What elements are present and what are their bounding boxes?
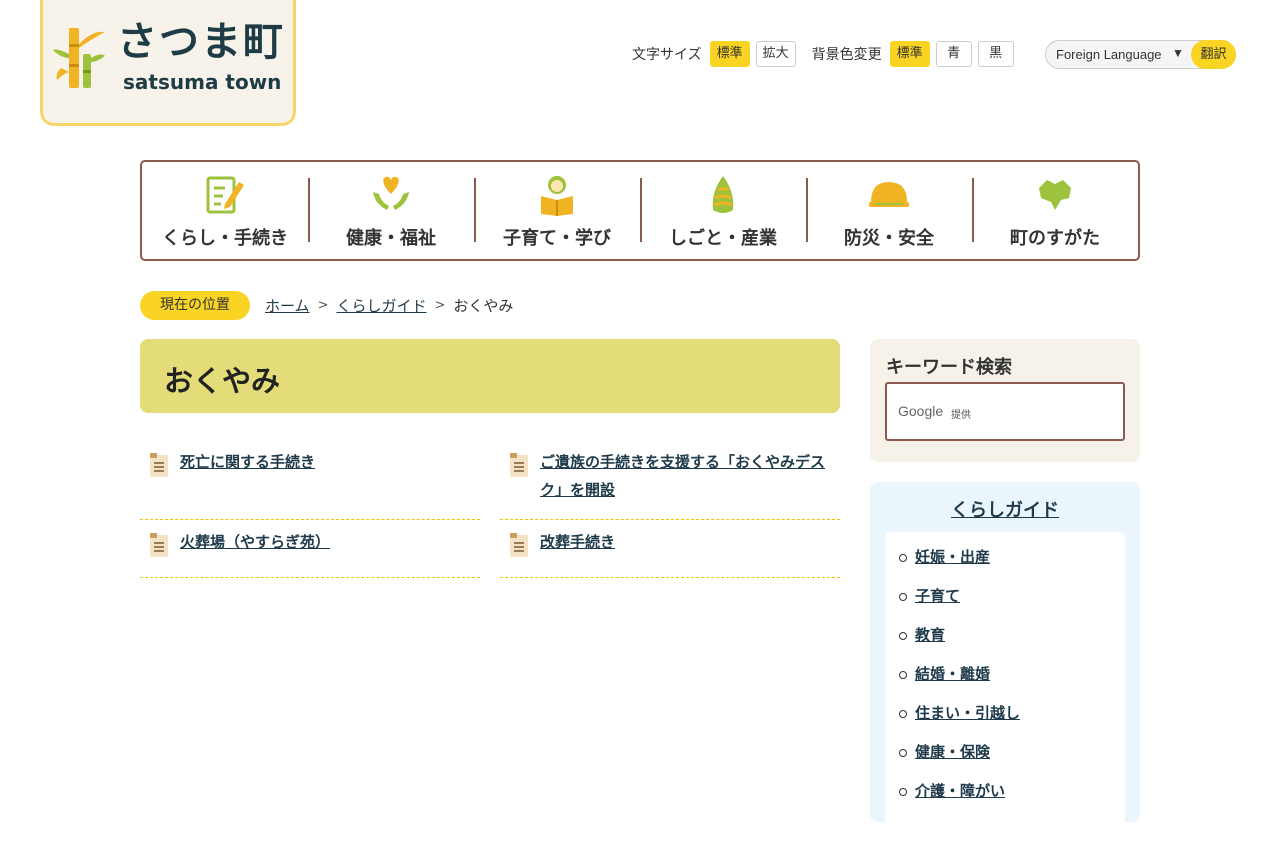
form-pen-icon [206, 176, 244, 214]
guide-list: 妊娠・出産 子育て 教育 結婚・離婚 住まい・引越し 健康・保険 介護・障がい [899, 546, 1020, 819]
nav-item-health[interactable]: 健康・福祉 [308, 162, 474, 259]
list-item: 健康・保険 [899, 741, 1020, 780]
list-item: 妊娠・出産 [899, 546, 1020, 585]
guide-link-pregnancy[interactable]: 妊娠・出産 [915, 548, 990, 566]
heart-hands-icon [373, 176, 409, 210]
guide-link-marriage[interactable]: 結婚・離婚 [915, 665, 990, 683]
list-item: 改葬手続き [500, 520, 840, 578]
google-brand: Google [898, 403, 944, 419]
current-location-badge: 現在の位置 [140, 290, 250, 320]
breadcrumb-guide-link[interactable]: くらしガイド [336, 295, 426, 316]
link-reburial-procedures[interactable]: 改葬手続き [540, 528, 840, 556]
nav-label: しごと・産業 [669, 228, 777, 249]
search-provided-label: 提供 [951, 410, 971, 421]
document-icon [150, 533, 168, 557]
logo-text-jp: さつま町 [117, 19, 285, 65]
bamboo-logo-icon [53, 28, 105, 88]
breadcrumb: 現在の位置 ホーム > くらしガイド > おくやみ [140, 290, 513, 320]
chevron-right-icon: > [317, 297, 329, 313]
guide-title: くらしガイド [870, 496, 1140, 522]
nav-label: 健康・福祉 [346, 228, 436, 249]
bg-blue-button[interactable]: 青 [935, 41, 972, 67]
keyword-search-panel: キーワード検索 Google 提供 [870, 339, 1140, 462]
list-item: 子育て [899, 585, 1020, 624]
search-title: キーワード検索 [886, 357, 1012, 378]
list-item: 死亡に関する手続き [140, 440, 480, 520]
guide-title-link[interactable]: くらしガイド [951, 500, 1059, 521]
nav-item-living[interactable]: くらし・手続き [142, 162, 308, 259]
list-item: ご遺族の手続きを支援する「おくやみデスク」を開設 [500, 440, 840, 520]
document-icon [510, 453, 528, 477]
list-item: 住まい・引越し [899, 702, 1020, 741]
guide-link-education[interactable]: 教育 [915, 626, 945, 644]
document-icon [150, 453, 168, 477]
page-title-band: おくやみ [140, 339, 840, 413]
accessibility-tools: 文字サイズ 標準 拡大 背景色変更 標準 青 黒 [632, 40, 1020, 68]
guide-link-housing[interactable]: 住まい・引越し [915, 704, 1020, 722]
font-size-large-button[interactable]: 拡大 [755, 41, 796, 67]
guide-link-health[interactable]: 健康・保険 [915, 743, 990, 761]
dropdown-arrow-icon: ▼ [1172, 46, 1184, 60]
breadcrumb-home-link[interactable]: ホーム [265, 295, 310, 316]
translate-button[interactable]: 翻訳 [1191, 40, 1236, 69]
global-nav: くらし・手続き 健康・福祉 子育て・学び しごと・産業 防災・安全 町のすがた [140, 160, 1140, 261]
nav-item-childcare[interactable]: 子育て・学び [474, 162, 640, 259]
nav-item-safety[interactable]: 防災・安全 [806, 162, 972, 259]
font-size-standard-button[interactable]: 標準 [709, 41, 750, 67]
guide-link-care[interactable]: 介護・障がい [915, 782, 1005, 800]
bg-color-label: 背景色変更 [811, 47, 882, 63]
bamboo-shoot-icon [712, 176, 734, 213]
nav-label: 防災・安全 [844, 228, 934, 249]
document-icon [510, 533, 528, 557]
site-logo[interactable]: さつま町 satsuma town [40, 0, 296, 126]
list-item: 教育 [899, 624, 1020, 663]
nav-item-town[interactable]: 町のすがた [972, 162, 1138, 259]
guide-list-box: 妊娠・出産 子育て 教育 結婚・離婚 住まい・引越し 健康・保険 介護・障がい [885, 532, 1125, 852]
nav-label: 町のすがた [1010, 228, 1100, 249]
breadcrumb-current: おくやみ [453, 296, 514, 315]
link-death-procedures[interactable]: 死亡に関する手続き [180, 448, 480, 476]
child-book-icon [541, 176, 573, 216]
nav-label: 子育て・学び [503, 228, 611, 249]
list-item: 結婚・離婚 [899, 663, 1020, 702]
helmet-icon [869, 182, 909, 207]
page-title: おくやみ [164, 364, 281, 398]
link-okuyami-desk[interactable]: ご遺族の手続きを支援する「おくやみデスク」を開設 [540, 448, 840, 504]
font-size-label: 文字サイズ [632, 47, 702, 63]
town-map-icon [1039, 180, 1071, 210]
guide-link-childcare[interactable]: 子育て [915, 587, 960, 605]
chevron-right-icon: > [434, 297, 446, 313]
link-crematorium[interactable]: 火葬場（やすらぎ苑） [180, 528, 480, 556]
bg-standard-button[interactable]: 標準 [889, 41, 930, 67]
list-item: 火葬場（やすらぎ苑） [140, 520, 480, 578]
bg-black-button[interactable]: 黒 [977, 41, 1014, 67]
language-select[interactable]: Foreign Language ▼ 翻訳 [1045, 40, 1236, 69]
logo-text-en: satsuma town [123, 70, 282, 94]
language-select-value: Foreign Language [1056, 47, 1162, 62]
living-guide-panel: くらしガイド 妊娠・出産 子育て 教育 結婚・離婚 住まい・引越し 健康・保険 … [870, 482, 1140, 852]
nav-label: くらし・手続き [162, 228, 288, 249]
search-input[interactable]: Google 提供 [885, 382, 1125, 441]
nav-item-work[interactable]: しごと・産業 [640, 162, 806, 259]
